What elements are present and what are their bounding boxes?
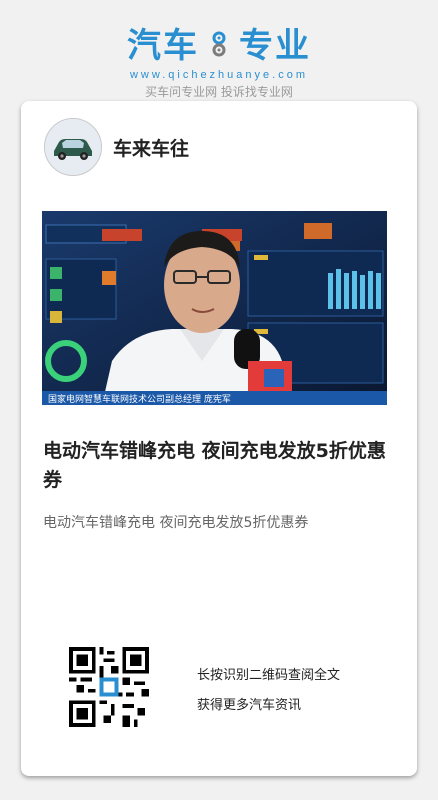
photo-caption-text: 国家电网智慧车联网技术公司副总经理 庞宪军: [48, 393, 231, 405]
article-card: 车来车往 国家电网智慧车联网技术公司副总经理 庞宪军 电动汽车错峰充电 夜间充电…: [21, 101, 417, 776]
qr-code-graphic: [69, 647, 149, 727]
brand-logo: 汽车 专业 www.qichezhuanye.com 买车问专业网 投诉找专业网: [0, 18, 438, 100]
avatar[interactable]: [44, 118, 102, 176]
qr-code[interactable]: [69, 647, 149, 727]
brand-slogan: 买车问专业网 投诉找专业网: [145, 85, 293, 99]
account-name[interactable]: 车来车往: [113, 134, 189, 161]
qr-line-1: 长按识别二维码查阅全文: [197, 668, 341, 683]
article-summary: 电动汽车错峰充电 夜间充电发放5折优惠券: [43, 515, 309, 531]
news-photo-graphic: 国家电网智慧车联网技术公司副总经理 庞宪军: [42, 211, 387, 405]
brand-url: www.qichezhuanye.com: [129, 69, 308, 81]
article-headline[interactable]: 电动汽车错峰充电 夜间充电发放5折优惠券: [43, 437, 395, 495]
qr-instructions: 长按识别二维码查阅全文 获得更多汽车资讯: [197, 661, 340, 721]
brand-title-left: 汽车: [127, 26, 199, 66]
gear-icon: [212, 31, 226, 56]
brand-title-right: 专业: [239, 26, 311, 66]
brand-title: 汽车 专业: [0, 18, 438, 67]
qr-line-2: 获得更多汽车资讯: [197, 698, 302, 713]
car-icon: [45, 119, 101, 175]
news-photo[interactable]: 国家电网智慧车联网技术公司副总经理 庞宪军: [42, 211, 387, 405]
